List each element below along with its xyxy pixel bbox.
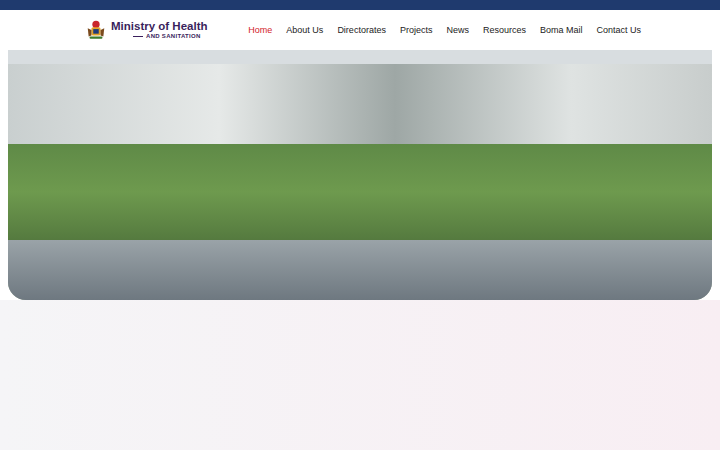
hero-image [8,50,712,300]
header: Ministry of Health AND SANITATION Home Ab… [0,10,720,50]
nav-item[interactable]: Contact Us [596,25,641,35]
logo[interactable]: Ministry of Health AND SANITATION [85,19,207,41]
nav-item[interactable]: Resources [483,25,526,35]
top-bar [0,0,720,10]
coat-of-arms-icon [85,19,107,41]
page: Ministry of Health AND SANITATION Home Ab… [0,0,720,450]
logo-subtitle: AND SANITATION [146,33,201,39]
nav-item[interactable]: About Us [286,25,323,35]
logo-line [133,36,143,38]
main-nav: Home About Us Directorates Projects News Reso… [248,25,641,35]
nav-item[interactable]: Boma Mail [540,25,583,35]
nav-item[interactable]: Directorates [337,25,386,35]
logo-title: Ministry of Health [111,21,207,33]
intro-section [0,300,720,450]
nav-item[interactable]: Projects [400,25,433,35]
nav-item[interactable]: News [446,25,469,35]
nav-item[interactable]: Home [248,25,272,35]
